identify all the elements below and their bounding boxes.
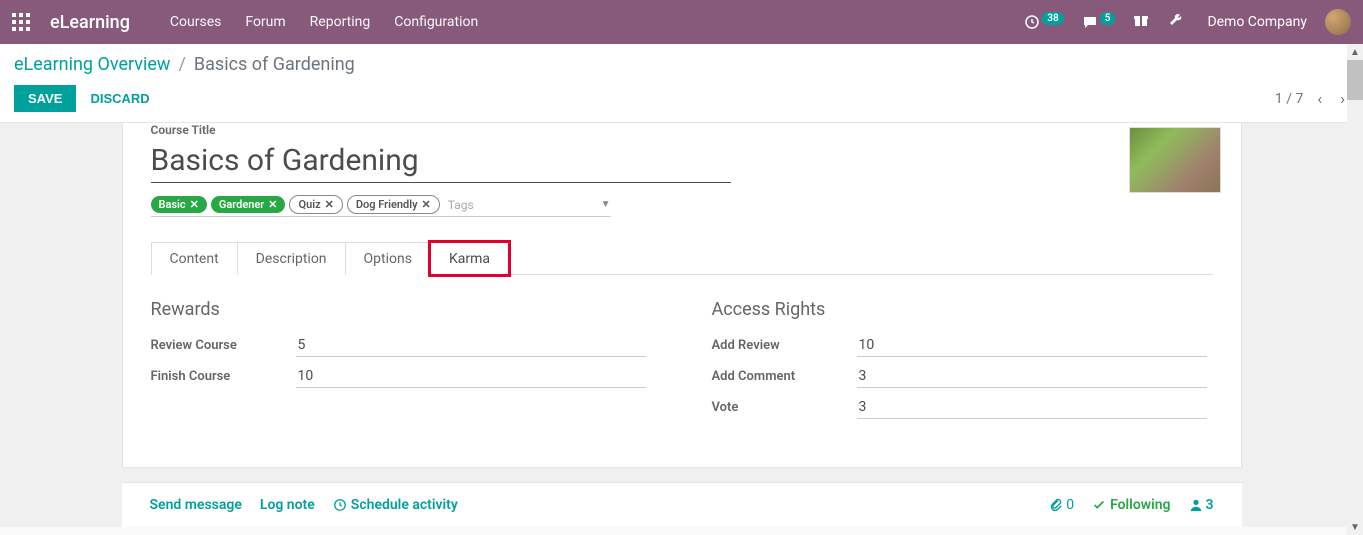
clock-icon: [333, 498, 347, 512]
log-note-button[interactable]: Log note: [260, 497, 315, 513]
following-button[interactable]: Following: [1092, 497, 1170, 513]
breadcrumb-current: Basics of Gardening: [194, 54, 355, 75]
messages-badge: 5: [1100, 12, 1116, 25]
tab-content[interactable]: Content: [151, 242, 238, 275]
chevron-down-icon[interactable]: ▼: [601, 199, 611, 210]
send-message-button[interactable]: Send message: [150, 497, 242, 513]
review-course-label: Review Course: [151, 338, 296, 353]
app-brand[interactable]: eLearning: [50, 12, 130, 33]
rewards-section: Rewards Review Course 5 Finish Course 10: [151, 299, 652, 427]
tag-remove-icon[interactable]: ✕: [422, 198, 431, 211]
scroll-thumb[interactable]: [1347, 60, 1363, 100]
scroll-up-icon[interactable]: ▲: [1347, 44, 1363, 60]
access-title: Access Rights: [712, 299, 1213, 320]
company-name[interactable]: Demo Company: [1207, 14, 1307, 30]
nav-courses[interactable]: Courses: [170, 14, 221, 30]
top-nav: Courses Forum Reporting Configuration: [170, 14, 478, 30]
action-row: SAVE DISCARD 1 / 7 ‹ ›: [14, 75, 1349, 122]
tag-remove-icon[interactable]: ✕: [190, 198, 199, 211]
scroll-down-icon[interactable]: ▼: [1347, 519, 1363, 535]
add-comment-input[interactable]: 3: [857, 365, 1207, 388]
tag-remove-icon[interactable]: ✕: [325, 198, 334, 211]
apps-icon[interactable]: [12, 13, 30, 31]
breadcrumb: eLearning Overview / Basics of Gardening: [14, 54, 1349, 75]
attachments-button[interactable]: 0: [1049, 497, 1074, 513]
add-comment-label: Add Comment: [712, 369, 857, 384]
tag-dog-friendly: Dog Friendly✕: [347, 195, 440, 214]
access-rights-section: Access Rights Add Review 10 Add Comment …: [712, 299, 1213, 427]
karma-panel: Rewards Review Course 5 Finish Course 10…: [151, 299, 1213, 427]
gift-icon[interactable]: [1133, 12, 1149, 32]
tag-gardener: Gardener✕: [211, 196, 286, 213]
form-sheet: Course Title Basics of Gardening Basic✕ …: [122, 123, 1242, 468]
vote-label: Vote: [712, 400, 857, 415]
nav-reporting[interactable]: Reporting: [310, 14, 371, 30]
pager-prev-icon[interactable]: ‹: [1313, 87, 1326, 110]
tab-description[interactable]: Description: [237, 242, 346, 275]
course-image[interactable]: [1129, 127, 1221, 193]
vote-input[interactable]: 3: [857, 396, 1207, 419]
person-icon: [1189, 498, 1203, 512]
topbar-right: 38 5 Demo Company: [1024, 9, 1351, 35]
chatter-bar: Send message Log note Schedule activity …: [122, 482, 1242, 527]
course-title-input[interactable]: Basics of Gardening: [151, 137, 731, 183]
tags-placeholder: Tags: [448, 198, 597, 212]
finish-course-label: Finish Course: [151, 369, 296, 384]
pager-text: 1 / 7: [1275, 91, 1303, 107]
nav-configuration[interactable]: Configuration: [394, 14, 478, 30]
avatar[interactable]: [1325, 9, 1351, 35]
breadcrumb-bar: eLearning Overview / Basics of Gardening…: [0, 44, 1363, 123]
scrollbar[interactable]: ▲ ▼: [1347, 44, 1363, 535]
breadcrumb-parent[interactable]: eLearning Overview: [14, 54, 170, 75]
paperclip-icon: [1049, 498, 1063, 512]
tabs: Content Description Options Karma: [151, 241, 1213, 275]
activity-badge: 38: [1042, 12, 1063, 25]
add-review-input[interactable]: 10: [857, 334, 1207, 357]
rewards-title: Rewards: [151, 299, 652, 320]
discard-button[interactable]: DISCARD: [76, 85, 163, 112]
breadcrumb-sep: /: [178, 54, 185, 75]
tab-options[interactable]: Options: [345, 242, 431, 275]
finish-course-input[interactable]: 10: [296, 365, 646, 388]
activity-icon[interactable]: 38: [1024, 14, 1063, 30]
tag-remove-icon[interactable]: ✕: [268, 198, 277, 211]
followers-button[interactable]: 3: [1189, 497, 1214, 513]
course-title-label: Course Title: [151, 123, 1213, 137]
add-review-label: Add Review: [712, 338, 857, 353]
wrench-icon[interactable]: [1167, 12, 1183, 32]
schedule-activity-button[interactable]: Schedule activity: [333, 497, 458, 513]
messages-icon[interactable]: 5: [1082, 14, 1116, 30]
pager: 1 / 7 ‹ ›: [1275, 87, 1349, 110]
check-icon: [1092, 498, 1106, 512]
top-navbar: eLearning Courses Forum Reporting Config…: [0, 0, 1363, 44]
form-wrap: Course Title Basics of Gardening Basic✕ …: [0, 123, 1363, 527]
tags-field[interactable]: Basic✕ Gardener✕ Quiz✕ Dog Friendly✕ Tag…: [151, 195, 611, 217]
nav-forum[interactable]: Forum: [245, 14, 285, 30]
review-course-input[interactable]: 5: [296, 334, 646, 357]
tag-basic: Basic✕: [151, 196, 207, 213]
save-button[interactable]: SAVE: [14, 85, 76, 112]
tag-quiz: Quiz✕: [289, 195, 342, 214]
tab-karma[interactable]: Karma: [430, 242, 509, 275]
